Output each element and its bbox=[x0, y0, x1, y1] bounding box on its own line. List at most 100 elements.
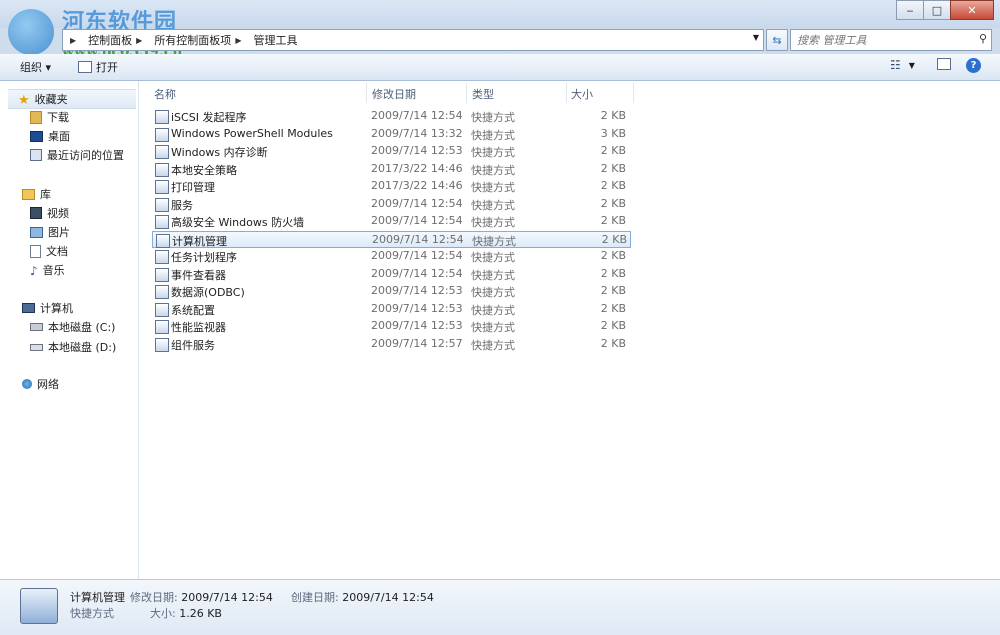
file-name: 性能监视器 bbox=[171, 321, 226, 334]
file-row[interactable]: 服务 2009/7/14 12:54 快捷方式 2 KB bbox=[152, 196, 629, 212]
file-date: 2009/7/14 12:54 bbox=[371, 214, 463, 227]
search-icon[interactable]: ⚲ bbox=[979, 32, 987, 45]
file-row[interactable]: 高级安全 Windows 防火墙 2009/7/14 12:54 快捷方式 2 KB bbox=[152, 213, 629, 229]
nav-recent[interactable]: 最近访问的位置 bbox=[30, 146, 124, 164]
file-row[interactable]: Windows PowerShell Modules 2009/7/14 13:3… bbox=[152, 126, 629, 142]
organize-button[interactable]: 组织 ▾ bbox=[20, 59, 51, 75]
close-button[interactable]: ✕ bbox=[950, 0, 994, 20]
memory-diagnostic-shortcut-icon bbox=[155, 145, 169, 159]
details-size-label: 大小: bbox=[150, 607, 176, 620]
print-management-shortcut-icon bbox=[155, 180, 169, 194]
nav-desktop[interactable]: 桌面 bbox=[30, 127, 70, 145]
address-bar[interactable]: ▶ 控制面板 ▶ 所有控制面板项 ▶ 管理工具 ▼ bbox=[62, 29, 764, 51]
file-row[interactable]: Windows 内存诊断 2009/7/14 12:53 快捷方式 2 KB bbox=[152, 143, 629, 159]
file-name: 本地安全策略 bbox=[171, 164, 237, 177]
open-button[interactable]: 打开 bbox=[78, 59, 118, 75]
nav-pictures[interactable]: 图片 bbox=[30, 223, 70, 241]
downloads-folder-icon bbox=[30, 110, 42, 124]
file-row[interactable]: 事件查看器 2009/7/14 12:54 快捷方式 2 KB bbox=[152, 266, 629, 282]
file-date: 2009/7/14 12:53 bbox=[371, 144, 463, 157]
file-size: 2 KB bbox=[600, 162, 626, 175]
refresh-button[interactable]: ⇆ bbox=[766, 29, 788, 51]
nav-computer[interactable]: 计算机 bbox=[22, 299, 73, 317]
minimize-button[interactable]: ‒ bbox=[896, 0, 924, 20]
videos-icon bbox=[30, 207, 42, 219]
nav-music[interactable]: ♪ 音乐 bbox=[30, 261, 65, 279]
file-row-selected[interactable]: 计算机管理 2009/7/14 12:54 快捷方式 2 KB bbox=[152, 231, 631, 248]
details-created-value: 2009/7/14 12:54 bbox=[342, 591, 434, 604]
breadcrumb-root-chevron-icon[interactable]: ▶ bbox=[63, 36, 85, 45]
powershell-shortcut-icon bbox=[155, 128, 169, 142]
file-row[interactable]: 系统配置 2009/7/14 12:53 快捷方式 2 KB bbox=[152, 301, 629, 317]
nav-documents[interactable]: 文档 bbox=[30, 242, 68, 260]
file-type: 快捷方式 bbox=[471, 164, 515, 177]
details-created-label: 创建日期: bbox=[291, 591, 339, 604]
file-name: 任务计划程序 bbox=[171, 251, 237, 264]
file-name: 组件服务 bbox=[171, 339, 215, 352]
file-name: Windows 内存诊断 bbox=[171, 146, 268, 159]
preview-pane-button[interactable] bbox=[937, 58, 955, 70]
computer-management-large-icon bbox=[20, 588, 58, 624]
nav-documents-label: 文档 bbox=[46, 245, 68, 258]
nav-music-label: 音乐 bbox=[42, 264, 65, 277]
column-header-size[interactable]: 大小 bbox=[571, 85, 593, 103]
file-row[interactable]: 打印管理 2017/3/22 14:46 快捷方式 2 KB bbox=[152, 178, 629, 194]
address-dropdown-icon[interactable]: ▼ bbox=[753, 33, 759, 42]
nav-downloads-label: 下载 bbox=[47, 111, 69, 124]
nav-drive-d-label: 本地磁盘 (D:) bbox=[48, 341, 117, 354]
nav-favorites[interactable]: ★ 收藏夹 bbox=[8, 89, 136, 109]
file-type: 快捷方式 bbox=[471, 146, 515, 159]
column-header-date[interactable]: 修改日期 bbox=[372, 85, 416, 103]
file-name: 打印管理 bbox=[171, 181, 215, 194]
file-size: 2 KB bbox=[600, 337, 626, 350]
nav-desktop-label: 桌面 bbox=[48, 130, 70, 143]
file-row[interactable]: 本地安全策略 2017/3/22 14:46 快捷方式 2 KB bbox=[152, 161, 629, 177]
nav-downloads[interactable]: 下载 bbox=[30, 108, 69, 126]
file-type: 快捷方式 bbox=[471, 304, 515, 317]
drive-icon bbox=[30, 343, 43, 351]
column-divider[interactable] bbox=[633, 83, 634, 103]
column-divider[interactable] bbox=[366, 83, 367, 103]
column-divider[interactable] bbox=[566, 83, 567, 103]
nav-network-label: 网络 bbox=[37, 378, 59, 391]
nav-drive-d[interactable]: 本地磁盘 (D:) bbox=[30, 338, 116, 356]
column-header-type[interactable]: 类型 bbox=[472, 85, 494, 103]
chevron-right-icon[interactable]: ▶ bbox=[136, 36, 142, 45]
file-date: 2017/3/22 14:46 bbox=[371, 179, 463, 192]
nav-drive-c[interactable]: 本地磁盘 (C:) bbox=[30, 318, 115, 336]
maximize-button[interactable]: □ bbox=[923, 0, 951, 20]
recent-places-icon bbox=[30, 149, 42, 161]
file-row[interactable]: 数据源(ODBC) 2009/7/14 12:53 快捷方式 2 KB bbox=[152, 283, 629, 299]
computer-icon bbox=[22, 303, 35, 313]
task-scheduler-shortcut-icon bbox=[155, 250, 169, 264]
nav-videos[interactable]: 视频 bbox=[30, 204, 69, 222]
file-name: 高级安全 Windows 防火墙 bbox=[171, 216, 305, 229]
view-options-button[interactable]: ☷ ▼ bbox=[890, 58, 915, 72]
network-icon bbox=[22, 379, 32, 389]
file-size: 2 KB bbox=[600, 284, 626, 297]
nav-libraries-label: 库 bbox=[40, 188, 51, 201]
search-input[interactable] bbox=[795, 32, 969, 48]
file-row[interactable]: 组件服务 2009/7/14 12:57 快捷方式 2 KB bbox=[152, 336, 629, 352]
local-security-policy-shortcut-icon bbox=[155, 163, 169, 177]
file-row[interactable]: iSCSI 发起程序 2009/7/14 12:54 快捷方式 2 KB bbox=[152, 108, 629, 124]
column-divider[interactable] bbox=[466, 83, 467, 103]
column-header-name[interactable]: 名称 bbox=[154, 85, 176, 103]
breadcrumb-admin-tools[interactable]: 管理工具 bbox=[250, 32, 300, 48]
file-size: 2 KB bbox=[600, 179, 626, 192]
file-date: 2009/7/14 12:53 bbox=[371, 319, 463, 332]
nav-recent-label: 最近访问的位置 bbox=[47, 149, 124, 162]
nav-libraries[interactable]: 库 bbox=[22, 185, 51, 203]
file-size: 2 KB bbox=[600, 302, 626, 315]
star-icon: ★ bbox=[18, 93, 30, 108]
nav-videos-label: 视频 bbox=[47, 207, 69, 220]
search-box[interactable]: ⚲ bbox=[790, 29, 992, 51]
breadcrumb-all-items[interactable]: 所有控制面板项 ▶ bbox=[151, 32, 250, 48]
file-date: 2009/7/14 12:57 bbox=[371, 337, 463, 350]
file-row[interactable]: 性能监视器 2009/7/14 12:53 快捷方式 2 KB bbox=[152, 318, 629, 334]
breadcrumb-control-panel[interactable]: 控制面板 ▶ bbox=[85, 32, 151, 48]
chevron-right-icon[interactable]: ▶ bbox=[235, 36, 241, 45]
nav-network[interactable]: 网络 bbox=[22, 375, 59, 393]
file-row[interactable]: 任务计划程序 2009/7/14 12:54 快捷方式 2 KB bbox=[152, 248, 629, 264]
help-button[interactable]: ? bbox=[966, 58, 981, 73]
